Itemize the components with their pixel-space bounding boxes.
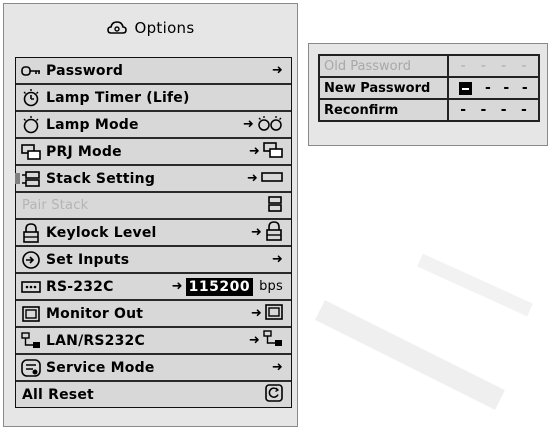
menu-item-label: RS-232C bbox=[46, 278, 114, 295]
menu-item-label: Monitor Out bbox=[46, 305, 144, 322]
menu-item-label: LAN/RS232C bbox=[46, 332, 145, 349]
arrow-right-icon: ➜ bbox=[242, 117, 254, 132]
monitor-icon bbox=[21, 304, 41, 324]
stack-icon bbox=[267, 195, 283, 217]
menu-item-stack-setting[interactable]: Stack Setting ➜ bbox=[15, 166, 291, 191]
service-mode-icon bbox=[21, 358, 41, 378]
menu-item-service-mode[interactable]: Service Mode ➜ bbox=[16, 355, 291, 380]
arrow-right-icon: ➜ bbox=[271, 63, 283, 78]
menu-list: Password ➜ Lamp Timer (Life) Lamp Mode ➜ bbox=[15, 57, 292, 408]
password-digit: - bbox=[503, 80, 510, 96]
lan-icon bbox=[21, 331, 41, 351]
menu-item-label: PRJ Mode bbox=[46, 143, 122, 160]
baud-rate-unit: bps bbox=[259, 279, 283, 294]
options-menu: Options Password ➜ Lamp Timer (Life) Lam… bbox=[3, 3, 298, 427]
menu-item-label: Pair Stack bbox=[22, 198, 89, 213]
menu-item-label: Lamp Mode bbox=[46, 116, 139, 133]
password-digit: - bbox=[460, 102, 467, 118]
password-digit: - bbox=[501, 58, 507, 74]
baud-rate-value: 115200 bbox=[185, 277, 254, 296]
menu-item-rs232c[interactable]: RS-232C ➜ 115200 bps bbox=[16, 274, 291, 299]
old-password-field: - - - - bbox=[449, 56, 538, 76]
old-password-row: Old Password - - - - bbox=[320, 56, 538, 76]
menu-item-label: Service Mode bbox=[46, 359, 155, 376]
arrow-right-icon: ➜ bbox=[250, 306, 262, 321]
old-password-label: Old Password bbox=[320, 56, 447, 76]
new-password-label: New Password bbox=[320, 78, 447, 98]
lamp-timer-icon bbox=[21, 88, 41, 108]
arrow-right-icon: ➜ bbox=[271, 252, 283, 267]
password-digit: - bbox=[521, 80, 528, 96]
new-password-row[interactable]: New Password - - - bbox=[320, 78, 538, 98]
selection-marker bbox=[15, 173, 20, 184]
serial-port-icon bbox=[21, 277, 41, 297]
lamp-double-icon bbox=[257, 114, 283, 136]
menu-item-lamp-timer[interactable]: Lamp Timer (Life) bbox=[16, 85, 291, 110]
password-digit: - bbox=[500, 102, 507, 118]
lan-icon bbox=[263, 329, 283, 352]
menu-item-label: Keylock Level bbox=[46, 224, 157, 241]
input-cursor[interactable] bbox=[459, 81, 473, 95]
menu-item-label: Stack Setting bbox=[46, 170, 156, 187]
prj-mode-target-icon bbox=[263, 141, 283, 163]
new-password-field[interactable]: - - - bbox=[449, 78, 538, 98]
arrow-right-icon: ➜ bbox=[271, 360, 283, 375]
watermark-graphic bbox=[315, 253, 533, 410]
arrow-right-icon: ➜ bbox=[171, 279, 183, 294]
reconfirm-row[interactable]: Reconfirm - - - - bbox=[320, 100, 538, 120]
menu-item-label: Lamp Timer (Life) bbox=[46, 89, 190, 106]
menu-item-prj-mode[interactable]: PRJ Mode ➜ bbox=[16, 139, 291, 164]
menu-item-set-inputs[interactable]: Set Inputs ➜ bbox=[16, 247, 291, 272]
single-projector-icon bbox=[261, 171, 283, 187]
prj-mode-icon bbox=[21, 142, 41, 162]
reset-icon bbox=[265, 383, 283, 406]
set-inputs-icon bbox=[21, 250, 41, 270]
arrow-right-icon: ➜ bbox=[248, 333, 260, 348]
arrow-right-icon: ➜ bbox=[246, 171, 258, 186]
monitor-icon bbox=[265, 303, 283, 324]
menu-item-password[interactable]: Password ➜ bbox=[16, 58, 291, 83]
password-digit: - bbox=[484, 80, 491, 96]
arrow-right-icon: ➜ bbox=[250, 225, 262, 240]
reconfirm-label: Reconfirm bbox=[320, 100, 447, 120]
menu-header: Options bbox=[4, 4, 297, 52]
stack-icon bbox=[21, 169, 41, 189]
lock-icon bbox=[265, 220, 283, 245]
options-icon bbox=[106, 20, 127, 36]
password-digit: - bbox=[480, 102, 487, 118]
menu-item-label: All Reset bbox=[22, 386, 94, 403]
menu-item-label: Set Inputs bbox=[46, 251, 130, 268]
menu-item-lan-rs232c[interactable]: LAN/RS232C ➜ bbox=[16, 328, 291, 353]
menu-item-monitor-out[interactable]: Monitor Out ➜ bbox=[16, 301, 291, 326]
password-digit: - bbox=[480, 58, 486, 74]
password-panel: Old Password - - - - New Password - - - … bbox=[308, 43, 548, 146]
arrow-right-icon: ➜ bbox=[248, 144, 260, 159]
menu-title: Options bbox=[134, 19, 195, 37]
lock-icon bbox=[21, 222, 41, 243]
menu-item-keylock-level[interactable]: Keylock Level ➜ bbox=[16, 220, 291, 245]
password-digit: - bbox=[521, 58, 527, 74]
lamp-mode-icon bbox=[21, 115, 41, 135]
key-icon bbox=[21, 61, 41, 81]
menu-item-all-reset[interactable]: All Reset bbox=[16, 382, 291, 407]
menu-item-lamp-mode[interactable]: Lamp Mode ➜ bbox=[16, 112, 291, 137]
menu-item-pair-stack: Pair Stack bbox=[16, 193, 291, 218]
password-digit: - bbox=[520, 102, 527, 118]
reconfirm-field[interactable]: - - - - bbox=[449, 100, 538, 120]
menu-item-label: Password bbox=[46, 62, 124, 79]
password-table: Old Password - - - - New Password - - - … bbox=[318, 54, 540, 122]
password-digit: - bbox=[460, 58, 466, 74]
